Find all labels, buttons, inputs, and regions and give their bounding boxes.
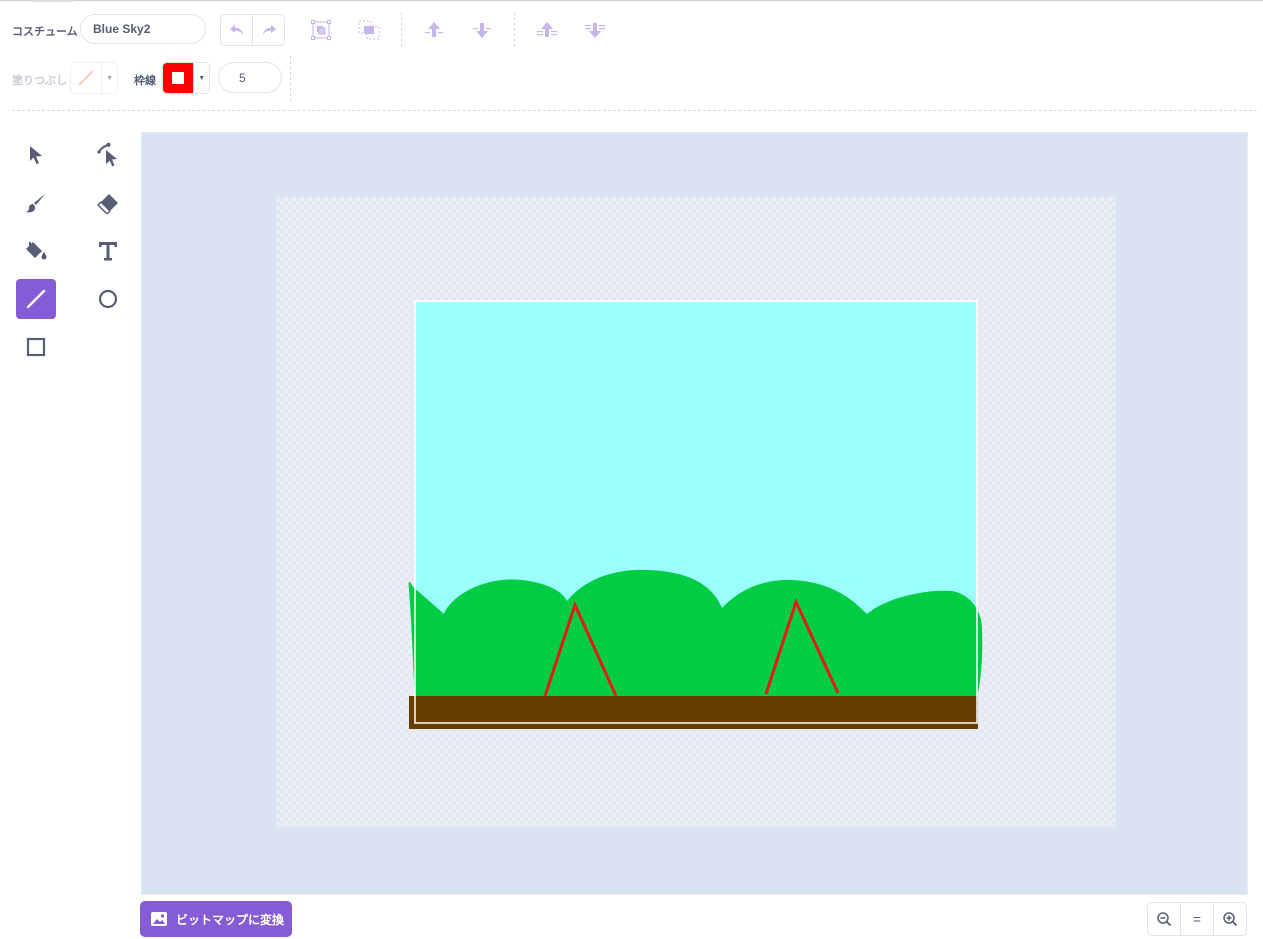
backward-icon (473, 23, 491, 38)
rectangle-tool[interactable] (16, 327, 56, 367)
paint-canvas-area[interactable] (141, 132, 1248, 895)
arrow-cursor-icon (30, 146, 42, 164)
select-tool[interactable] (16, 135, 56, 175)
paint-bucket-icon (26, 242, 47, 260)
ground-rectangle (409, 696, 978, 729)
convert-to-bitmap-button[interactable]: ビットマップに変換 (140, 901, 292, 937)
top-border (0, 0, 1263, 1)
costume-label: コスチューム (12, 26, 78, 38)
line-icon (26, 289, 46, 309)
reshape-cursor-icon (97, 142, 117, 167)
top-tab-indicator (32, 0, 74, 2)
toolbar-divider (514, 12, 515, 47)
group-button[interactable] (308, 17, 334, 43)
image-icon (151, 912, 167, 926)
fill-dropdown-arrow: ▼ (101, 63, 117, 93)
back-button[interactable] (582, 17, 608, 43)
ungroup-icon (358, 20, 380, 40)
outline-dropdown-arrow: ▼ (193, 63, 209, 93)
undo-redo-group (220, 14, 285, 46)
zoom-out-icon (1157, 912, 1172, 927)
no-fill-icon (78, 70, 94, 86)
reshape-tool[interactable] (88, 135, 128, 175)
toolbar-separator (12, 110, 1257, 111)
back-icon (585, 23, 605, 38)
line-tool[interactable] (16, 279, 56, 319)
forward-icon (425, 22, 443, 37)
zoom-controls: = (1147, 902, 1247, 936)
front-icon (537, 22, 557, 37)
costume-artwork[interactable] (407, 299, 987, 739)
fill-color-swatch[interactable]: ▼ (70, 62, 118, 94)
convert-button-label: ビットマップに変換 (176, 912, 285, 927)
brush-tool[interactable] (16, 183, 56, 223)
redo-button[interactable] (252, 15, 284, 45)
text-icon (99, 242, 117, 261)
undo-icon (229, 25, 243, 35)
outline-label: 枠線 (134, 75, 156, 87)
zoom-in-icon (1223, 912, 1238, 927)
backward-button[interactable] (469, 17, 495, 43)
eraser-tool[interactable] (88, 183, 128, 223)
ungroup-button[interactable] (356, 17, 382, 43)
circle-tool[interactable] (88, 279, 128, 319)
circle-icon (98, 289, 118, 309)
group-icon (311, 20, 331, 40)
fill-none-indicator (71, 63, 101, 93)
zoom-reset-button[interactable]: = (1180, 903, 1213, 935)
zoom-out-button[interactable] (1148, 903, 1180, 935)
fill-tool[interactable] (16, 231, 56, 271)
toolbar-divider (401, 12, 402, 47)
zoom-in-button[interactable] (1213, 903, 1246, 935)
outline-width-input[interactable] (218, 62, 282, 93)
redo-icon (262, 25, 276, 35)
rectangle-icon (26, 337, 46, 357)
brush-icon (26, 194, 45, 213)
outline-color-swatch[interactable]: ▼ (162, 62, 210, 94)
eraser-icon (97, 194, 118, 214)
undo-button[interactable] (221, 15, 252, 45)
front-button[interactable] (534, 17, 560, 43)
toolbar-divider (290, 56, 291, 101)
fill-label: 塗りつぶし (12, 75, 68, 87)
outline-color-chip (163, 63, 194, 93)
forward-button[interactable] (421, 17, 447, 43)
text-tool[interactable] (88, 231, 128, 271)
costume-name-input[interactable] (80, 14, 206, 44)
